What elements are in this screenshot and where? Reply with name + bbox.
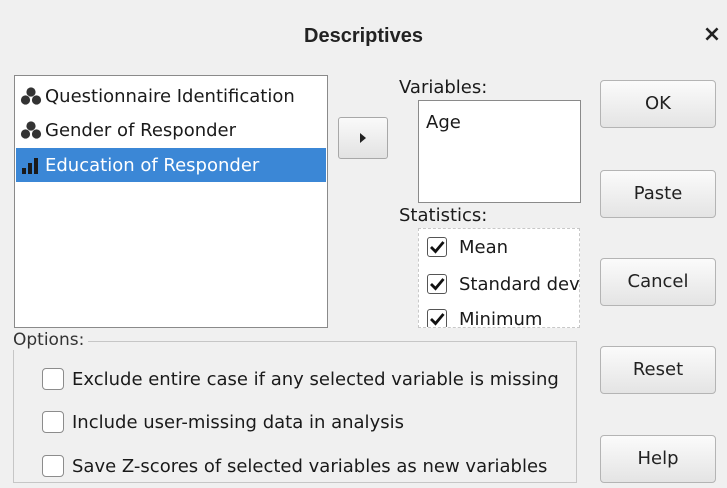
statistic-label: Standard dev	[459, 273, 580, 295]
variable-item-age[interactable]: Age	[426, 112, 461, 133]
check-icon	[430, 313, 445, 326]
reset-button[interactable]: Reset	[600, 346, 716, 394]
checkbox-checked[interactable]	[427, 237, 447, 257]
source-variable-list[interactable]: Questionnaire Identification Gender of R…	[14, 75, 328, 328]
checkbox-unchecked[interactable]	[42, 411, 64, 433]
help-button[interactable]: Help	[600, 435, 716, 483]
options-label: Options:	[13, 330, 89, 350]
statistic-label: Mean	[459, 236, 509, 258]
move-to-variables-button[interactable]	[338, 117, 388, 159]
ok-button[interactable]: OK	[600, 80, 716, 128]
option-exclude-case[interactable]: Exclude entire case if any selected vari…	[42, 365, 559, 393]
list-item-gender-of-responder[interactable]: Gender of Responder	[16, 113, 326, 147]
checkbox-checked[interactable]	[427, 309, 447, 327]
option-label: Include user-missing data in analysis	[72, 411, 404, 433]
statistics-list[interactable]: Mean Standard dev Minimum	[418, 228, 580, 328]
list-item-education-of-responder[interactable]: Education of Responder	[16, 148, 326, 182]
ordinal-icon	[22, 158, 38, 174]
statistic-mean[interactable]: Mean	[427, 233, 508, 261]
option-save-z-scores[interactable]: Save Z-scores of selected variables as n…	[42, 452, 547, 480]
close-icon[interactable]: ×	[700, 20, 724, 50]
statistics-label: Statistics:	[399, 205, 488, 226]
option-include-user-missing[interactable]: Include user-missing data in analysis	[42, 408, 404, 436]
check-icon	[430, 241, 445, 254]
checkbox-unchecked[interactable]	[42, 455, 64, 477]
nominal-icon	[20, 87, 42, 105]
option-label: Save Z-scores of selected variables as n…	[72, 455, 548, 477]
statistic-standard-deviation[interactable]: Standard dev	[427, 270, 580, 298]
checkbox-checked[interactable]	[427, 274, 447, 294]
checkbox-unchecked[interactable]	[42, 368, 64, 390]
list-item-label: Questionnaire Identification	[45, 85, 295, 107]
list-item-label: Gender of Responder	[45, 119, 237, 141]
paste-button[interactable]: Paste	[600, 170, 716, 218]
arrow-right-icon	[360, 133, 366, 143]
check-icon	[430, 278, 445, 291]
variables-label: Variables:	[399, 77, 488, 98]
cancel-button[interactable]: Cancel	[600, 258, 716, 306]
option-label: Exclude entire case if any selected vari…	[72, 368, 559, 390]
list-item-label: Education of Responder	[45, 154, 260, 176]
statistic-minimum[interactable]: Minimum	[427, 305, 543, 328]
nominal-icon	[20, 121, 42, 139]
dialog-title: Descriptives	[304, 25, 423, 47]
list-item-questionnaire-identification[interactable]: Questionnaire Identification	[16, 79, 326, 113]
variables-list[interactable]: Age	[418, 100, 581, 203]
statistic-label: Minimum	[459, 308, 543, 328]
title-bar: Descriptives ×	[0, 0, 727, 66]
